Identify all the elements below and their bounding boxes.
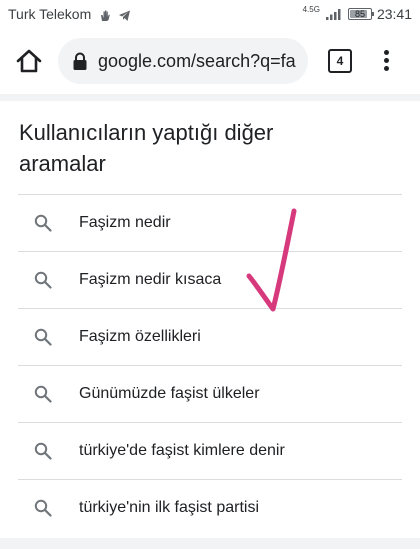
browser-toolbar: google.com/search?q=fa 4 [0,28,420,94]
menu-dot [383,58,389,63]
network-type-label: 4.5G [302,5,320,14]
related-search-label: Günümüzde faşist ülkeler [79,385,260,402]
search-icon [34,442,52,460]
carrier-group: Turk Telekom [8,6,131,22]
menu-dot [383,66,389,71]
carrier-name: Turk Telekom [8,6,92,22]
home-icon [16,49,42,73]
status-bar: Turk Telekom 4.5G 85 23:41 [0,0,420,28]
related-search-label: türkiye'de faşist kimlere denir [79,442,285,459]
related-search-item[interactable]: Faşizm özellikleri [18,308,402,365]
related-search-label: Faşizm nedir kısaca [79,271,222,288]
related-search-label: Faşizm nedir [79,214,171,231]
related-search-item[interactable]: Faşizm nedir kısaca [18,251,402,308]
related-search-item[interactable]: Günümüzde faşist ülkeler [18,365,402,422]
telegram-icon [119,10,131,21]
url-text: google.com/search?q=fa [98,51,296,71]
search-icon [34,499,52,517]
tabs-icon: 4 [328,49,352,73]
related-searches-list: Faşizm nedir Faşizm nedir kısaca Faşizm … [18,194,402,536]
menu-dot [383,50,389,55]
battery-icon: 85 [347,8,374,20]
battery-percent: 85 [354,9,365,19]
wave-hand-icon [101,10,110,21]
signal-icon [325,9,341,20]
related-search-label: türkiye'nin ilk faşist partisi [79,499,259,516]
search-icon [34,385,52,403]
search-icon [34,214,52,232]
tab-switcher-button[interactable]: 4 [328,49,352,73]
lock-icon [73,52,87,70]
checkmark-annotation-icon [246,208,297,312]
battery-tip [371,12,374,16]
related-search-item[interactable]: türkiye'de faşist kimlere denir [18,422,402,479]
related-search-label: Faşizm özellikleri [79,328,201,345]
related-searches-title: Kullanıcıların yaptığı diğer aramalar [19,120,274,176]
related-search-item[interactable]: türkiye'nin ilk faşist partisi [18,479,402,536]
home-button[interactable] [14,46,44,76]
status-right-group: 4.5G 85 23:41 [303,5,412,23]
search-icon [34,271,52,289]
more-vert-icon[interactable] [376,47,396,75]
related-searches-card: Kullanıcıların yaptığı diğer aramalar Fa… [0,101,420,538]
address-bar[interactable]: google.com/search?q=fa [58,38,308,84]
related-search-item[interactable]: Faşizm nedir [18,194,402,251]
search-icon [34,328,52,346]
clock: 23:41 [376,6,412,22]
